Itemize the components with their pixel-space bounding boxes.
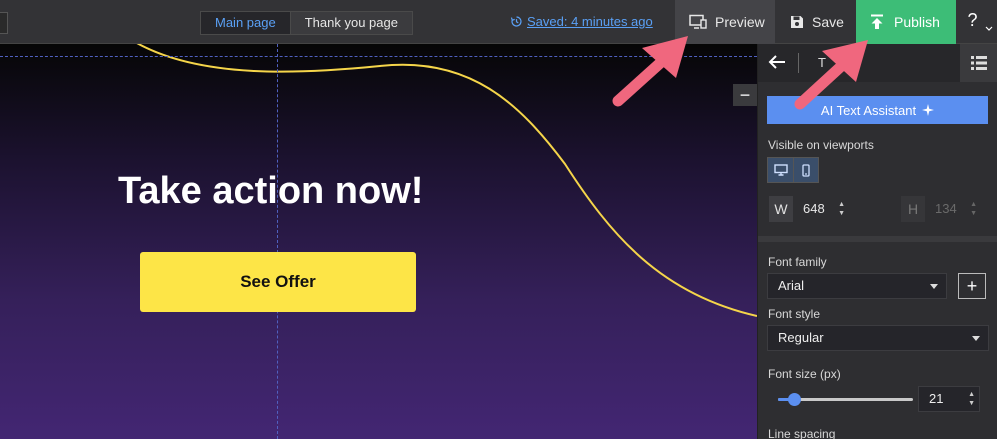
- floppy-icon: [791, 16, 803, 28]
- slider-handle[interactable]: [788, 393, 802, 406]
- publish-label: Publish: [894, 14, 940, 30]
- vertical-guide: [277, 44, 278, 439]
- width-field: W 648 ▲ ▼: [769, 196, 845, 222]
- font-size-stepper[interactable]: ▲ ▼: [968, 390, 975, 408]
- left-panel-stub[interactable]: [0, 12, 8, 34]
- chevron-down-icon: [985, 26, 993, 31]
- height-input: 134 ▲ ▼: [925, 196, 977, 222]
- viewport-toggle-group: [767, 157, 819, 183]
- font-size-value: 21: [929, 391, 944, 406]
- preview-label: Preview: [715, 14, 765, 30]
- font-style-label: Font style: [768, 307, 821, 321]
- mobile-viewport-toggle[interactable]: [793, 158, 818, 182]
- ai-text-assistant-button[interactable]: AI Text Assistant: [767, 96, 988, 124]
- mobile-icon: [802, 163, 810, 177]
- width-letter: W: [769, 196, 793, 222]
- caret-down-icon: [930, 284, 938, 289]
- desktop-icon: [773, 164, 788, 176]
- add-font-button[interactable]: +: [958, 273, 986, 299]
- preview-button[interactable]: Preview: [675, 0, 775, 44]
- desktop-viewport-toggle[interactable]: [768, 158, 793, 182]
- list-icon: [971, 56, 987, 70]
- tab-main-page[interactable]: Main page: [201, 12, 290, 34]
- see-offer-button[interactable]: See Offer: [140, 252, 416, 312]
- font-style-value: Regular: [778, 330, 824, 345]
- horizontal-guide: [0, 56, 757, 57]
- properties-panel: T AI Text Assistant Visible on viewports…: [757, 44, 997, 439]
- height-field: H 134 ▲ ▼: [901, 196, 977, 222]
- layers-button[interactable]: [960, 44, 997, 82]
- section-divider: [758, 236, 997, 242]
- width-stepper[interactable]: ▲ ▼: [838, 200, 845, 218]
- ai-button-label: AI Text Assistant: [820, 102, 917, 118]
- caret-down-icon: [972, 336, 980, 341]
- arrow-left-icon[interactable]: [766, 52, 788, 72]
- header-divider: [798, 53, 799, 73]
- viewports-label: Visible on viewports: [768, 138, 874, 152]
- height-letter: H: [901, 196, 925, 222]
- font-size-label: Font size (px): [768, 367, 841, 381]
- help-button[interactable]: ?: [956, 0, 997, 44]
- collapse-button[interactable]: −: [733, 84, 757, 106]
- upload-icon: [871, 14, 883, 29]
- font-family-select[interactable]: Arial: [767, 273, 947, 299]
- page-tabs: Main page Thank you page: [200, 11, 413, 35]
- width-input[interactable]: 648 ▲ ▼: [793, 196, 845, 222]
- tab-thank-you-page[interactable]: Thank you page: [289, 12, 412, 34]
- font-family-label: Font family: [768, 255, 827, 269]
- width-value: 648: [803, 201, 825, 216]
- saved-status-link[interactable]: Saved: 4 minutes ago: [510, 14, 653, 29]
- help-label: ?: [967, 10, 978, 30]
- panel-title: T: [818, 55, 826, 70]
- sparkle-icon: [922, 104, 935, 116]
- panel-header: T: [758, 44, 997, 82]
- font-family-value: Arial: [778, 278, 805, 293]
- decorative-curve: [136, 44, 757, 317]
- publish-button[interactable]: Publish: [856, 0, 956, 44]
- font-size-slider[interactable]: [778, 393, 913, 406]
- history-icon: [510, 16, 522, 27]
- height-value: 134: [935, 201, 957, 216]
- save-button[interactable]: Save: [778, 0, 856, 44]
- top-bar: Main page Thank you page Saved: 4 minute…: [0, 0, 997, 44]
- editor-canvas[interactable]: Take action now! See Offer −: [0, 44, 757, 439]
- saved-status-text: Saved: 4 minutes ago: [527, 14, 653, 29]
- save-label: Save: [812, 14, 844, 30]
- headline-text[interactable]: Take action now!: [118, 170, 423, 213]
- monitor-icon: [689, 14, 707, 29]
- font-style-select[interactable]: Regular: [767, 325, 989, 351]
- height-stepper: ▲ ▼: [970, 201, 977, 217]
- line-spacing-label: Line spacing: [768, 427, 836, 439]
- font-size-input[interactable]: 21 ▲ ▼: [918, 386, 980, 412]
